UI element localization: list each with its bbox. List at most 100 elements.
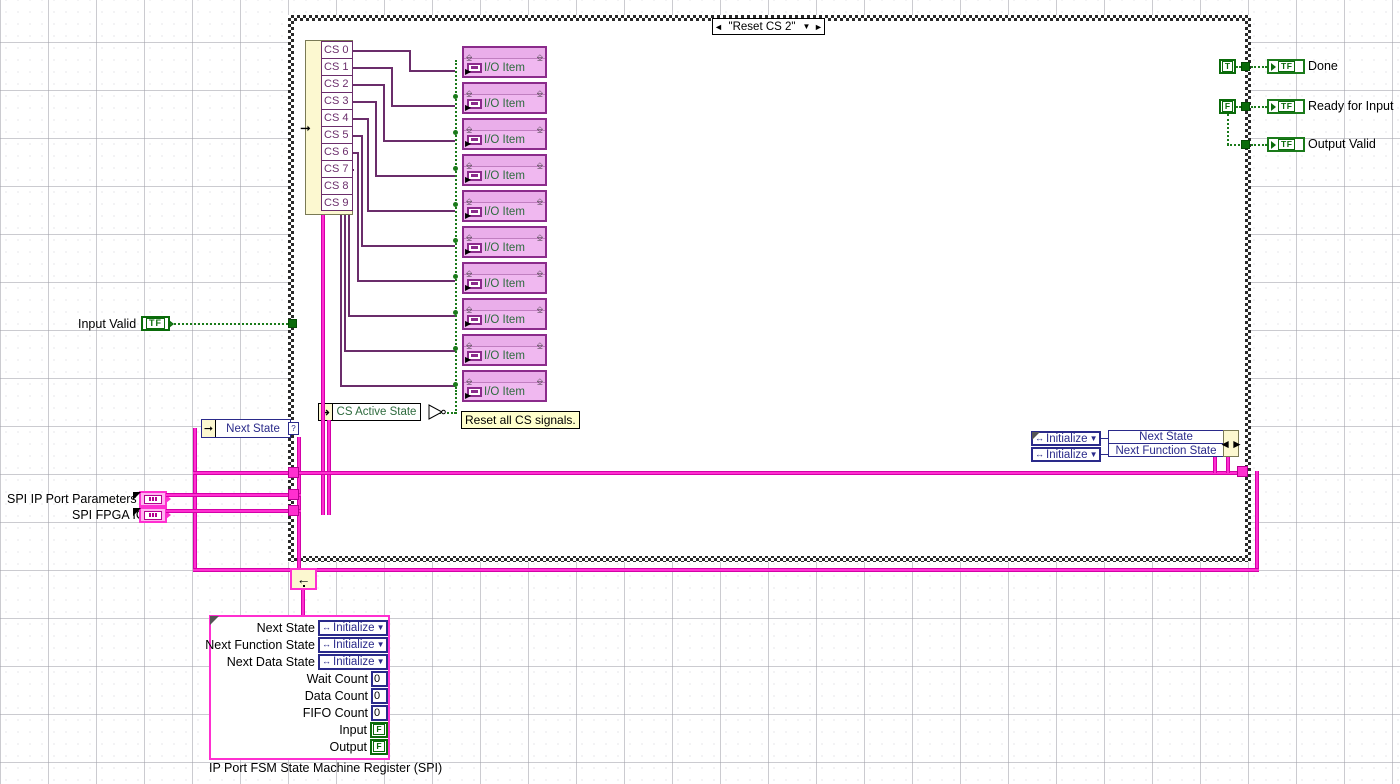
cs-item-8[interactable]: CS 8 [321, 177, 353, 194]
indicator-pointer-icon [1271, 62, 1276, 71]
case-tunnel-cluster-out[interactable] [1237, 466, 1248, 477]
input-valid-terminal[interactable]: TF [141, 316, 174, 331]
fsm-row-label: Next State [256, 620, 315, 635]
fsm-enum-control[interactable]: ↔ Initialize ▼ [318, 636, 388, 653]
bundle-node-tail[interactable]: ◄► [1219, 430, 1243, 457]
case-tunnel-cluster-1[interactable] [288, 467, 299, 478]
next-state-unbundle-node[interactable]: ➞ Next State [201, 419, 291, 438]
bundle-row-next-state[interactable]: Next State [1109, 431, 1223, 444]
enum-constant-next-state[interactable]: ↔ Initialize ▼ [1031, 431, 1101, 446]
io-item-pin-left-icon: ▶ [465, 355, 472, 364]
indicator-ready-for-input[interactable]: TF [1267, 99, 1305, 114]
cs-active-state-node[interactable]: ➜ CS Active State [318, 403, 421, 421]
reset-cs-comment: Reset all CS signals. [461, 411, 580, 429]
io-item-node-7[interactable]: ⎒ ⎒ ▶ I/O Item [462, 298, 547, 330]
case-tunnel-cluster-2[interactable] [288, 489, 299, 500]
boolean-constant-false[interactable]: F [1219, 99, 1236, 114]
boolean-constant-true[interactable]: T [1219, 59, 1236, 74]
io-item-node-1[interactable]: ⎒ ⎒ ▶ I/O Item [462, 82, 547, 114]
fsm-row-label: Input [339, 722, 367, 737]
chevron-down-icon[interactable]: ▼ [1090, 450, 1098, 459]
io-item-body: ⎒ ⎒ ▶ I/O Item [464, 341, 545, 364]
cluster-wire-return-h [297, 568, 1259, 572]
case-selector-value: "Reset CS 2" [728, 20, 796, 33]
fsm-boolean-control[interactable]: F [370, 721, 388, 738]
io-item-node-9[interactable]: ⎒ ⎒ ▶ I/O Item [462, 370, 547, 402]
case-selector[interactable]: ◄ "Reset CS 2" ▼ ► [712, 18, 825, 35]
fsm-register-cluster[interactable]: Next State ↔ Initialize ▼ Next Function Stat… [205, 615, 390, 760]
terminal-corner-icon [133, 508, 141, 516]
io-item-pin-top-right-icon: ⎒ [536, 233, 543, 242]
case-tunnel-output-valid[interactable] [1241, 140, 1250, 149]
io-item-pin-left-icon: ▶ [465, 175, 472, 184]
io-item-pin-top-right-icon: ⎒ [536, 197, 543, 206]
bundle-row-next-function-state[interactable]: Next Function State [1109, 444, 1223, 457]
chevron-down-icon[interactable]: ▼ [1090, 434, 1098, 443]
feedback-node[interactable]: ← [290, 568, 317, 590]
fsm-boolean-control[interactable]: F [370, 738, 388, 755]
bool-wire-junction [453, 382, 458, 387]
bidirectional-arrow-icon: ↔ [322, 639, 331, 649]
io-item-node-5[interactable]: ⎒ ⎒ ▶ I/O Item [462, 226, 547, 258]
cs-item-4[interactable]: CS 4 [321, 109, 353, 126]
io-wire-cs4-v [367, 118, 369, 212]
case-tunnel-ready[interactable] [1241, 102, 1250, 111]
enum-constant-next-function-state[interactable]: ↔ Initialize ▼ [1031, 447, 1101, 462]
indicator-output-valid[interactable]: TF [1267, 137, 1305, 152]
io-item-node-4[interactable]: ⎒ ⎒ ▶ I/O Item [462, 190, 547, 222]
io-item-pin-top-left-icon: ⎒ [466, 341, 473, 350]
io-item-pin-left-icon: ▶ [465, 247, 472, 256]
fsm-row-label: Wait Count [306, 671, 368, 686]
io-item-node-0[interactable]: ⎒ ⎒ ▶ I/O Item [462, 46, 547, 78]
io-item-node-3[interactable]: ⎒ ⎒ ▶ I/O Item [462, 154, 547, 186]
fsm-numeric-control[interactable]: 0 [371, 704, 388, 721]
io-item-pin-top-right-icon: ⎒ [536, 53, 543, 62]
fsm-enum-control[interactable]: ↔ Initialize ▼ [318, 619, 388, 636]
cs-item-1[interactable]: CS 1 [321, 58, 353, 75]
fsm-boolean-value: F [373, 741, 385, 752]
io-item-body: ⎒ ⎒ ▶ I/O Item [464, 197, 545, 220]
fsm-enum-control[interactable]: ↔ Initialize ▼ [318, 653, 388, 670]
cs-item-5[interactable]: CS 5 [321, 126, 353, 143]
cs-item-7[interactable]: CS 7 [321, 160, 353, 177]
indicator-done[interactable]: TF [1267, 59, 1305, 74]
fsm-numeric-control[interactable]: 0 [371, 687, 388, 704]
io-item-node-6[interactable]: ⎒ ⎒ ▶ I/O Item [462, 262, 547, 294]
cs-item-label: CS 0 [324, 44, 349, 56]
io-item-node-2[interactable]: ⎒ ⎒ ▶ I/O Item [462, 118, 547, 150]
bool-wire-riser [455, 390, 457, 414]
indicator-pointer-icon [1271, 102, 1276, 111]
io-item-node-8[interactable]: ⎒ ⎒ ▶ I/O Item [462, 334, 547, 366]
bundle-by-name-node[interactable]: Next State Next Function State [1108, 430, 1224, 457]
cluster-wire-feedback-riser [297, 437, 301, 570]
io-item-label: I/O Item [484, 61, 525, 74]
io-item-pin-top-left-icon: ⎒ [466, 269, 473, 278]
chevron-down-icon[interactable]: ▼ [377, 623, 385, 632]
io-wire-cs7-h2 [348, 315, 455, 317]
cs-item-0[interactable]: CS 0 [321, 41, 353, 58]
case-prev-arrow-icon[interactable]: ◄ [713, 19, 724, 34]
cs-item-2[interactable]: CS 2 [321, 75, 353, 92]
cs-item-3[interactable]: CS 3 [321, 92, 353, 109]
io-wire-cs0-h2 [409, 70, 455, 72]
indicator-value: TF [1278, 139, 1296, 150]
spi-params-in-terminal[interactable] [133, 491, 171, 507]
fsm-numeric-control[interactable]: 0 [371, 670, 388, 687]
input-valid-value: TF [146, 318, 165, 329]
bool-wire-junction [453, 166, 458, 171]
io-item-pin-left-icon: ▶ [465, 211, 472, 220]
io-wire-cs5-h2 [361, 245, 455, 247]
next-state-output-pin[interactable]: ? [288, 422, 299, 435]
chevron-down-icon[interactable]: ▼ [800, 22, 813, 31]
cs-item-6[interactable]: CS 6 [321, 143, 353, 160]
spi-fpga-io-terminal[interactable] [133, 507, 171, 523]
case-tunnel-input-valid[interactable] [288, 319, 297, 328]
chevron-down-icon[interactable]: ▼ [377, 640, 385, 649]
case-next-arrow-icon[interactable]: ► [813, 19, 824, 34]
case-tunnel-done[interactable] [1241, 62, 1250, 71]
case-structure[interactable] [288, 15, 1251, 562]
case-tunnel-cluster-3[interactable] [288, 505, 299, 516]
not-gate-icon[interactable] [428, 404, 446, 420]
chevron-down-icon[interactable]: ▼ [377, 657, 385, 666]
cs-item-9[interactable]: CS 9 [321, 194, 353, 211]
